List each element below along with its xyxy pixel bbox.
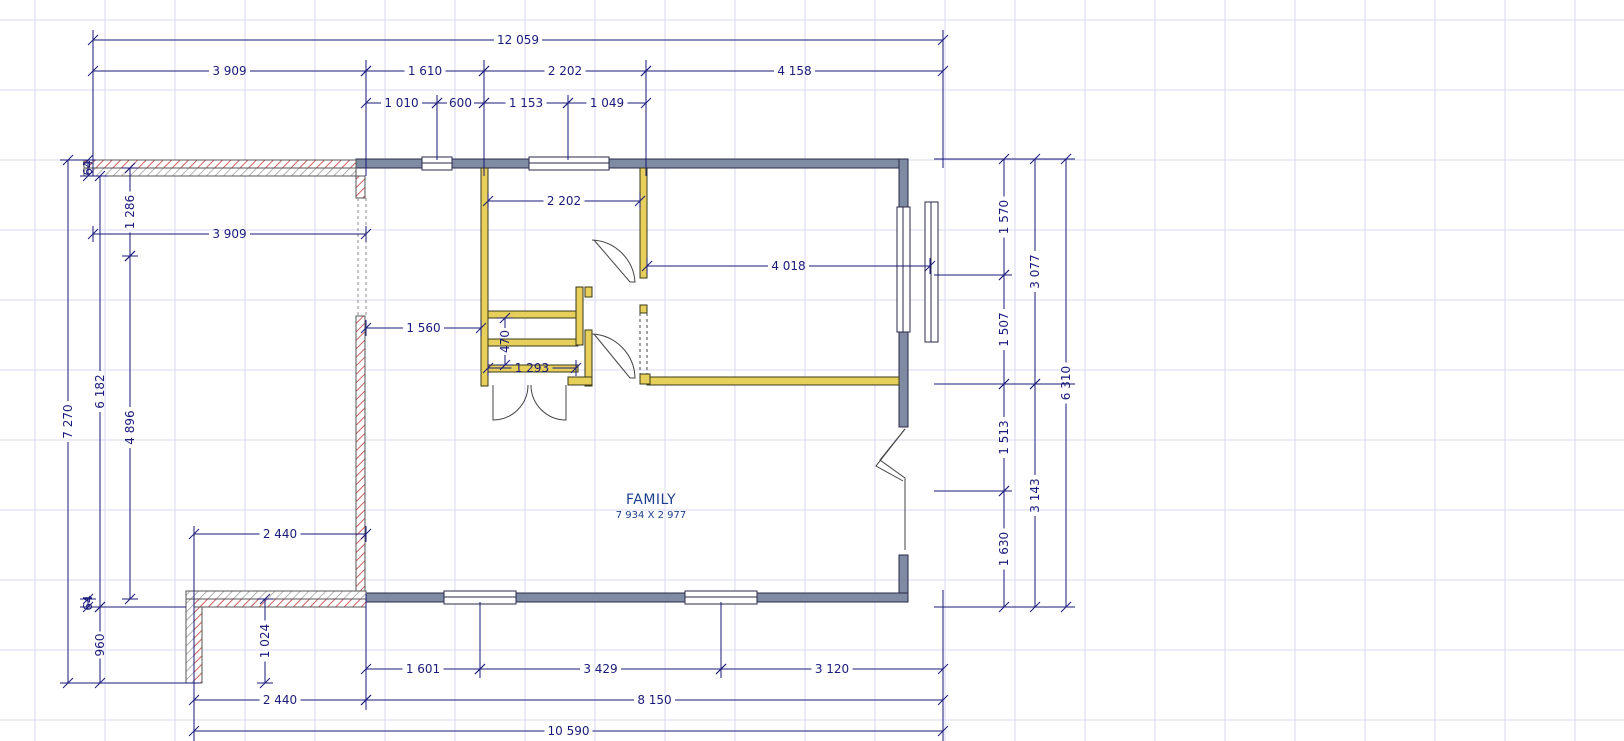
dimension-label-wall-offset: 1 560 <box>406 321 440 335</box>
dimension-label-right-1: 1 570 <box>997 200 1011 234</box>
floor-plan-canvas[interactable]: 12 059 3 909 1 610 2 202 4 158 1 010 600 1 153 1… <box>0 0 1624 741</box>
dimension-label-left-total: 7 270 <box>61 404 75 438</box>
dimension-label-left-seg-small: 64 <box>81 160 95 175</box>
dimension-label-left-mid: 6 182 <box>93 374 107 408</box>
dimension-label-top-segment-2: 1 610 <box>408 64 442 78</box>
dimension-label-right-mid-1: 3 077 <box>1028 254 1042 288</box>
dimension-label-right-4: 1 630 <box>997 532 1011 566</box>
dimension-label-top-segment-1: 3 909 <box>212 64 246 78</box>
dimension-label-bottom-row2-a: 2 440 <box>263 693 297 707</box>
dimension-label-overall-top: 12 059 <box>497 33 539 47</box>
dimension-label-right-3: 1 513 <box>997 420 1011 454</box>
dimension-label-right-mid-2: 3 143 <box>1028 478 1042 512</box>
dimension-label-window-top-4: 1 049 <box>590 96 624 110</box>
dimension-label-right-2: 1 507 <box>997 312 1011 346</box>
dimension-label-porch-depth: 1 286 <box>123 195 137 229</box>
dimension-label-window-top-2: 600 <box>449 96 472 110</box>
dimension-label-closet-width: 2 202 <box>547 194 581 208</box>
dimension-label-bedroom-width: 4 018 <box>771 259 805 273</box>
dimension-label-left-inner: 4 896 <box>123 410 137 444</box>
dimension-label-window-top-1: 1 010 <box>384 96 418 110</box>
dimension-label-bottom-left-depth: 1 024 <box>258 624 272 658</box>
dimension-label-bottom-seg-2: 3 429 <box>583 662 617 676</box>
dimension-labels: 12 059 3 909 1 610 2 202 4 158 1 010 600 1 153 1… <box>61 33 1073 738</box>
room-size-label: 7 934 X 2 977 <box>616 510 686 521</box>
interior-walls[interactable] <box>480 167 900 387</box>
dimension-label-top-segment-3: 2 202 <box>548 64 582 78</box>
dimension-label-window-top-3: 1 153 <box>509 96 543 110</box>
right-window[interactable] <box>896 206 911 333</box>
dimension-label-closet-depth: 1 293 <box>515 361 549 375</box>
dimension-label-bottom-left-width: 2 440 <box>263 527 297 541</box>
dimension-label-bottom-seg-1: 1 601 <box>406 662 440 676</box>
background-grid <box>0 0 1624 741</box>
dimension-label-bottom-row2-b: 8 150 <box>637 693 671 707</box>
dimension-label-bottom-seg-3: 3 120 <box>815 662 849 676</box>
dimension-label-top-segment-4: 4 158 <box>777 64 811 78</box>
doors[interactable] <box>492 239 906 550</box>
dimension-label-closet-small: 470 <box>498 330 512 353</box>
dimension-label-right-total: 6 310 <box>1059 366 1073 400</box>
dimension-label-overall-bottom: 10 590 <box>548 724 590 738</box>
dimension-label-bottom-left-small-b: 960 <box>93 634 107 657</box>
dimension-label-porch-width: 3 909 <box>212 227 246 241</box>
dimension-label-bottom-left-small-a: 64 <box>81 595 95 610</box>
room-name-label: FAMILY <box>626 492 676 508</box>
